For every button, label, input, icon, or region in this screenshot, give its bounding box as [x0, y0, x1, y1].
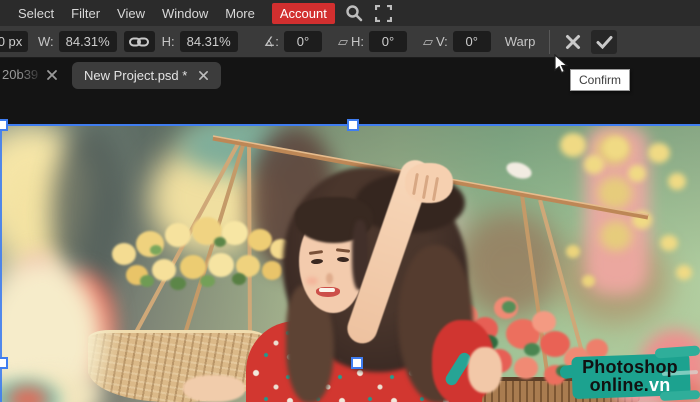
- tab-title: New Project.psd *: [84, 68, 188, 83]
- menu-view[interactable]: View: [117, 6, 145, 21]
- link-dimensions-icon[interactable]: [123, 31, 155, 52]
- leaf: [150, 245, 162, 255]
- watermark-online: online.: [589, 375, 649, 395]
- leaf: [502, 301, 516, 313]
- warp-button[interactable]: Warp: [505, 34, 536, 49]
- height-label: H:: [161, 34, 175, 49]
- height-field[interactable]: 84.31%: [179, 31, 238, 52]
- canvas-image: Photoshop online.vn: [0, 125, 700, 402]
- elbow: [468, 347, 502, 393]
- transform-handle-middle-left[interactable]: [0, 357, 8, 369]
- menu-window[interactable]: Window: [162, 6, 208, 21]
- flower: [165, 223, 191, 247]
- flower: [532, 311, 556, 333]
- flower: [208, 253, 234, 277]
- teeth: [319, 288, 335, 292]
- width-label: W:: [38, 34, 54, 49]
- menu-more[interactable]: More: [225, 6, 255, 21]
- skew-h-field[interactable]: 0°: [368, 31, 407, 52]
- y-position-field[interactable]: 0 px: [0, 31, 28, 52]
- account-button[interactable]: Account: [271, 2, 335, 24]
- watermark-vn: vn: [649, 375, 671, 395]
- flower: [248, 229, 272, 251]
- leaf: [200, 275, 215, 287]
- transform-handle-top-center[interactable]: [347, 119, 359, 131]
- leaf: [170, 277, 186, 290]
- flower: [514, 357, 538, 379]
- search-icon[interactable]: [345, 4, 363, 22]
- skew-h-icon: ▱: [337, 33, 348, 49]
- blush: [306, 277, 318, 285]
- skew-h-label: H:: [350, 34, 364, 49]
- tab-partial[interactable]: 20b39: [2, 67, 38, 82]
- leaf: [214, 237, 226, 247]
- fullscreen-icon[interactable]: [374, 4, 392, 22]
- rotate-angle-field[interactable]: 0°: [283, 31, 322, 52]
- skew-v-field[interactable]: 0°: [452, 31, 491, 52]
- skew-v-label: V:: [435, 34, 448, 49]
- leaf: [232, 273, 246, 285]
- cancel-transform-icon[interactable]: [560, 30, 586, 54]
- menu-filter[interactable]: Filter: [71, 6, 100, 21]
- hand-holding-basket: [183, 375, 245, 402]
- leaf: [140, 275, 154, 287]
- width-field[interactable]: 84.31%: [58, 31, 117, 52]
- transform-handle-center[interactable]: [351, 357, 363, 369]
- transform-handle-top-left[interactable]: [0, 119, 8, 131]
- photopea-app: Select Filter View Window More Account 0…: [0, 0, 700, 402]
- tab-partial-close-icon[interactable]: [46, 68, 58, 86]
- menu-bar: Select Filter View Window More Account: [0, 0, 700, 26]
- confirm-tooltip: Confirm: [570, 69, 630, 91]
- skew-v-icon: ▱: [422, 33, 433, 49]
- options-divider: [549, 29, 551, 54]
- mouse-cursor: [554, 53, 569, 80]
- flower: [262, 261, 282, 280]
- tab-new-project[interactable]: New Project.psd *: [72, 62, 222, 89]
- flower: [112, 243, 136, 265]
- transform-options-bar: 0 px W: 84.31% H: 84.31% ∡: 0° ▱ H: 0° ▱…: [0, 26, 700, 58]
- nose: [326, 273, 333, 284]
- hand-on-pole: [405, 163, 453, 203]
- confirm-transform-icon[interactable]: [591, 29, 618, 54]
- watermark: Photoshop online.vn: [559, 345, 700, 402]
- watermark-line2: online.vn: [560, 376, 700, 394]
- tab-close-icon[interactable]: [198, 70, 209, 81]
- rotate-angle-icon: ∡:: [263, 33, 279, 49]
- leaf: [524, 343, 540, 356]
- watermark-line1: Photoshop: [582, 357, 678, 377]
- menu-select[interactable]: Select: [18, 6, 54, 21]
